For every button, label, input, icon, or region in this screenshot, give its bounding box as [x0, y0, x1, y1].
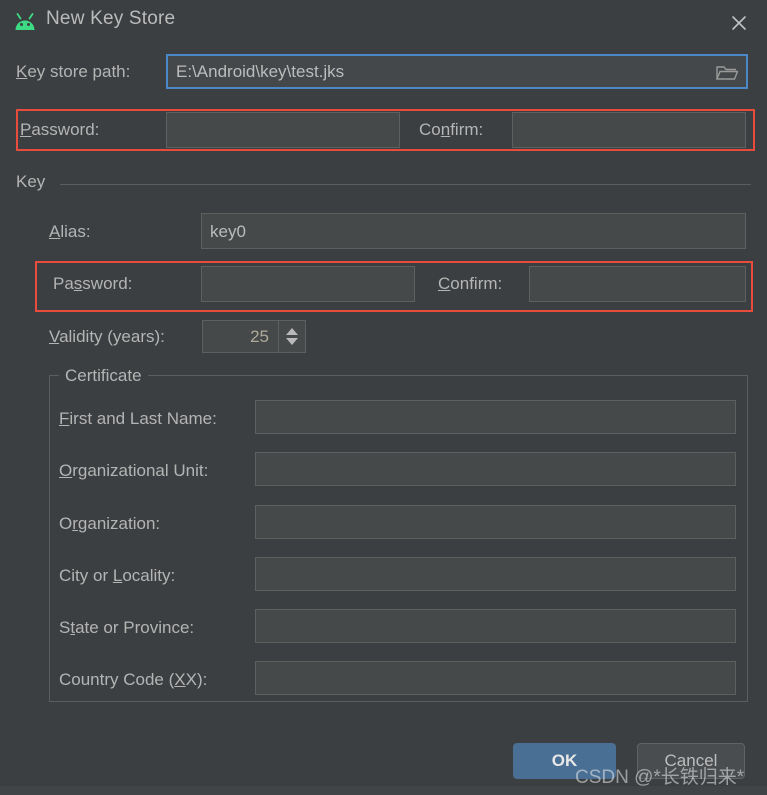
folder-icon[interactable] [715, 64, 739, 82]
ok-button[interactable]: OK [513, 743, 616, 779]
key-confirm-label: Confirm: [438, 274, 503, 293]
city-or-locality-label: City or Locality: [59, 566, 176, 585]
keystore-confirm-input[interactable] [512, 112, 746, 148]
country-code-input[interactable] [255, 661, 736, 695]
key-password-input[interactable] [201, 266, 415, 302]
key-password-label: Password: [53, 274, 133, 293]
organization-input[interactable] [255, 505, 736, 539]
key-store-path-input[interactable]: E:\Android\key\test.jks [166, 54, 748, 89]
keystore-password-input[interactable] [166, 112, 400, 148]
alias-value: key0 [210, 221, 246, 241]
alias-label: Alias: [49, 222, 91, 241]
keystore-confirm-label: Confirm: [419, 120, 484, 139]
new-key-store-dialog: New Key Store Key store path: E:\Android… [0, 0, 767, 795]
state-or-province-input[interactable] [255, 609, 736, 643]
country-code-label: Country Code (XX): [59, 670, 208, 689]
alias-input[interactable]: key0 [201, 213, 746, 249]
key-store-path-value: E:\Android\key\test.jks [176, 62, 345, 81]
key-section-title: Key [16, 172, 46, 191]
validity-stepper[interactable]: 25 [202, 320, 306, 353]
organization-label: Organization: [59, 514, 161, 533]
validity-label: Validity (years): [49, 327, 165, 346]
window-title: New Key Store [46, 8, 176, 29]
organizational-unit-label: Organizational Unit: [59, 461, 209, 480]
dialog-bottom-strip [0, 786, 767, 795]
organizational-unit-input[interactable] [255, 452, 736, 486]
title-bar: New Key Store [0, 0, 767, 46]
key-section-divider [60, 184, 751, 185]
validity-spinner-arrows[interactable] [278, 321, 305, 352]
validity-value: 25 [250, 326, 269, 346]
keystore-password-label: Password: [20, 120, 100, 139]
close-icon[interactable] [725, 9, 753, 37]
chevron-down-icon[interactable] [286, 338, 298, 345]
android-robot-icon [12, 12, 38, 34]
first-and-last-name-label: First and Last Name: [59, 409, 217, 428]
key-section-header: Key [16, 172, 751, 194]
cancel-button[interactable]: Cancel [637, 743, 745, 779]
city-or-locality-input[interactable] [255, 557, 736, 591]
key-confirm-input[interactable] [529, 266, 746, 302]
certificate-legend: Certificate [59, 366, 148, 386]
first-and-last-name-input[interactable] [255, 400, 736, 434]
state-or-province-label: State or Province: [59, 618, 195, 637]
chevron-up-icon[interactable] [286, 328, 298, 335]
key-store-path-label: Key store path: [16, 62, 131, 81]
